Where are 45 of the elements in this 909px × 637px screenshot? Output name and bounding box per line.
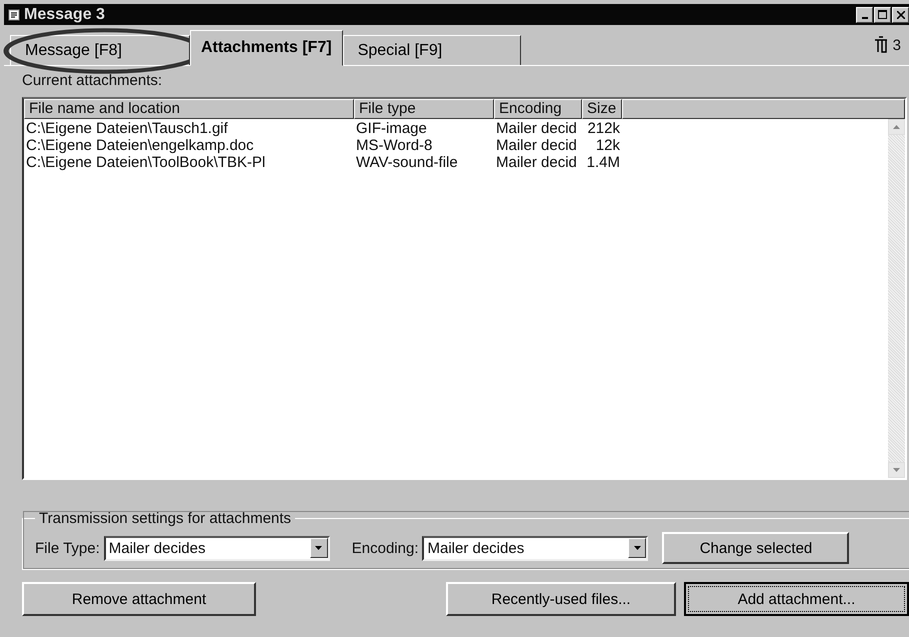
change-selected-button[interactable]: Change selected xyxy=(662,532,850,564)
tab[interactable]: Message [F8] xyxy=(10,35,190,65)
table-cell-text: 1.4M xyxy=(586,154,621,171)
dropdown-arrow-icon xyxy=(315,546,322,550)
scroll-bar[interactable] xyxy=(888,119,905,478)
table-cell-text: 212k xyxy=(586,120,621,137)
encoding-dropdown[interactable]: Mailer decides xyxy=(422,536,648,560)
attachment-count: 3 xyxy=(892,36,901,54)
group-title: Transmission settings for attachments xyxy=(38,510,292,527)
maximize-button[interactable] xyxy=(874,6,891,22)
table-cell-text: WAV-sound-file xyxy=(355,154,459,171)
minimize-icon xyxy=(862,16,868,18)
window-title: Message 3 xyxy=(24,6,105,24)
table-cell-text: Mailer decid xyxy=(495,154,578,171)
maximize-icon xyxy=(878,10,887,19)
down-arrow-icon xyxy=(893,468,900,472)
tab[interactable]: Attachments [F7] xyxy=(190,30,343,66)
table-cell-text: 12k xyxy=(594,137,621,154)
close-icon xyxy=(896,10,904,18)
dropdown-arrow-icon xyxy=(634,546,641,550)
scroll-up-button[interactable] xyxy=(888,119,905,135)
action-button[interactable]: Recently-used files... xyxy=(446,582,676,616)
action-button[interactable]: Remove attachment xyxy=(22,582,256,616)
field-label: Encoding: xyxy=(352,540,418,556)
file-type-dropdown[interactable]: Mailer decides xyxy=(104,536,330,560)
field-label: File Type: xyxy=(35,540,100,556)
document-icon xyxy=(8,8,20,20)
table-cell-text: Mailer decid xyxy=(495,137,578,154)
column-header[interactable]: Encoding xyxy=(494,99,582,119)
action-button[interactable]: Add attachment... xyxy=(684,582,909,616)
tab[interactable]: Special [F9] xyxy=(342,35,521,65)
up-arrow-icon xyxy=(893,125,900,129)
table-cell-text: GIF-image xyxy=(355,120,428,137)
close-button[interactable] xyxy=(892,6,909,22)
list-label: Current attachments: xyxy=(22,72,164,89)
scroll-down-button[interactable] xyxy=(888,462,905,478)
table-cell-text: C:\Eigene Dateien\Tausch1.gif xyxy=(25,120,229,137)
column-header[interactable]: File name and location xyxy=(24,99,354,119)
column-header[interactable]: Size xyxy=(582,99,622,119)
minimize-button[interactable] xyxy=(856,6,873,22)
table-cell-text: C:\Eigene Dateien\engelkamp.doc xyxy=(25,137,255,154)
table-cell-text: Mailer decid xyxy=(495,120,578,137)
table-cell-text: C:\Eigene Dateien\ToolBook\TBK-Pl xyxy=(25,154,266,171)
table-cell-text: MS-Word-8 xyxy=(355,137,434,154)
column-header[interactable]: File type xyxy=(354,99,494,119)
